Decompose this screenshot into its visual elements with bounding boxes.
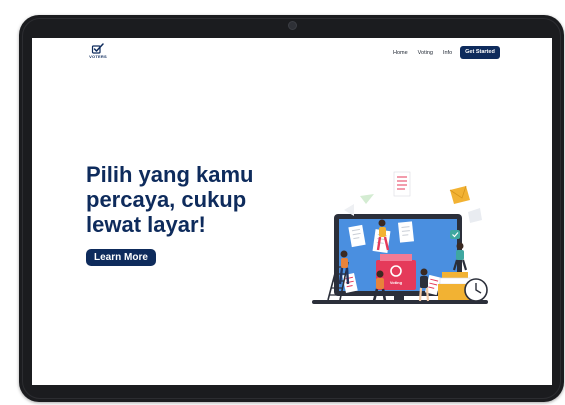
envelope-icon-2 — [468, 208, 482, 223]
hero-headline-line-1: Pilih yang kamu — [86, 162, 254, 187]
nav-link-info[interactable]: Info — [443, 47, 452, 59]
webpage-screen: VOTERS Home Voting Info Get Started Pili… — [32, 38, 552, 385]
top-navigation: Home Voting Info Get Started — [393, 46, 500, 59]
envelope-icon — [450, 186, 470, 204]
nav-link-voting[interactable]: Voting — [418, 47, 433, 59]
ballot-paper-3 — [397, 221, 415, 243]
document-stack — [442, 272, 468, 278]
hero-headline-line-2: percaya, cukup — [86, 187, 247, 212]
nav-link-home[interactable]: Home — [393, 47, 408, 59]
get-started-button[interactable]: Get Started — [460, 46, 500, 59]
person-right — [418, 268, 430, 302]
site-logo[interactable]: VOTERS — [87, 43, 109, 61]
checkmark-logo-icon — [91, 43, 104, 54]
ballot-box-lid — [380, 254, 412, 261]
camera-icon — [288, 21, 297, 30]
paper-plane-icon — [360, 194, 374, 204]
voting-illustration: Voting — [312, 171, 488, 304]
ballot-box-label: Voting — [390, 280, 403, 285]
hero-headline-line-3: lewat layar! — [86, 212, 206, 237]
logo-text: VOTERS — [89, 54, 107, 59]
ballot-paper-4 — [393, 171, 411, 197]
check-bubble-icon — [450, 230, 460, 239]
learn-more-button[interactable]: Learn More — [86, 249, 156, 266]
hero-headline: Pilih yang kamu percaya, cukup lewat lay… — [86, 162, 286, 237]
monitor-stand — [394, 296, 404, 301]
tablet-frame: VOTERS Home Voting Info Get Started Pili… — [19, 15, 564, 402]
